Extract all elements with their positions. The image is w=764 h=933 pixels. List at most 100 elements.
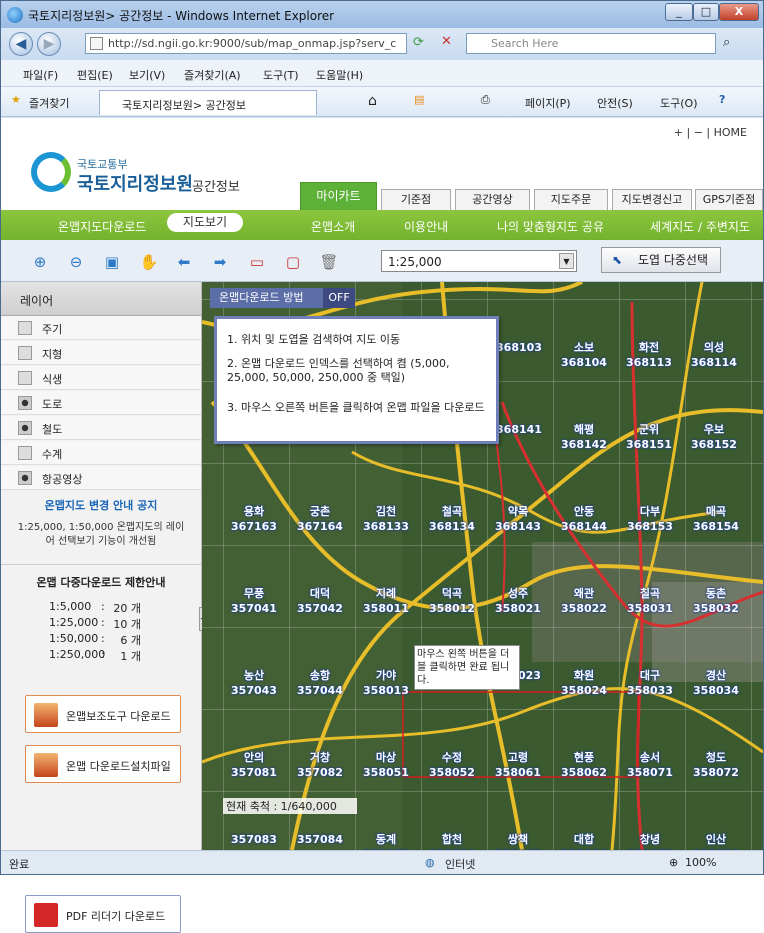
home-icon[interactable]: ⌂	[368, 93, 377, 109]
layer-item[interactable]: 주기	[1, 316, 201, 340]
map-sheet-label[interactable]: 쌍책358063	[486, 832, 550, 850]
forward-button[interactable]: ▶	[37, 32, 61, 56]
menu-favorites[interactable]: 즐겨찾기(A)	[184, 67, 241, 83]
search-input[interactable]: Search Here	[466, 33, 716, 54]
map-sheet-label[interactable]: 농산 357043	[222, 668, 286, 698]
eye-checkbox-icon[interactable]	[18, 396, 32, 410]
eye-checkbox-icon[interactable]	[18, 471, 32, 485]
map-sheet-label[interactable]: 김천 368133	[354, 504, 418, 534]
page-menu[interactable]: 페이지(P)	[525, 95, 571, 111]
safety-menu[interactable]: 안전(S)	[597, 95, 633, 111]
map-sheet-label[interactable]: 의성 368114	[682, 340, 746, 370]
zoom-icon[interactable]: ⊕	[669, 856, 678, 869]
map-sheet-label[interactable]: 대합358064	[552, 832, 616, 850]
tab-benchmark[interactable]: 기준점	[381, 189, 451, 210]
next-arrow-icon[interactable]: ➡	[210, 252, 230, 272]
map-sheet-label[interactable]: 약목 368143	[486, 504, 550, 534]
layer-checkbox[interactable]	[18, 321, 32, 335]
map-sheet-label[interactable]: 현풍 358062	[552, 750, 616, 780]
nav-mapview[interactable]: 지도보기	[167, 213, 243, 232]
map-sheet-label[interactable]: 철곡 368134	[420, 504, 484, 534]
tab-imagery[interactable]: 공간영상	[455, 189, 530, 210]
layer-checkbox[interactable]	[18, 371, 32, 385]
map-sheet-label[interactable]: 동촌 358032	[684, 586, 748, 616]
map-sheet-label[interactable]: 357083	[222, 832, 286, 847]
tab-map-order[interactable]: 지도주문	[534, 189, 608, 210]
map-sheet-label[interactable]: 마상 358051	[354, 750, 418, 780]
zoom-level[interactable]: 100%	[685, 856, 716, 869]
map-sheet-label[interactable]: 무풍 357041	[222, 586, 286, 616]
map-sheet-label[interactable]: 성주 358021	[486, 586, 550, 616]
search-icon[interactable]: ⌕	[723, 35, 730, 50]
menu-help[interactable]: 도움말(H)	[316, 67, 363, 83]
refresh-icon[interactable]: ⟳	[413, 35, 424, 50]
map-sheet-label[interactable]: 안동 368144	[552, 504, 616, 534]
map-sheet-label[interactable]: 창녕358073	[618, 832, 682, 850]
feeds-icon[interactable]: ▤	[414, 93, 424, 106]
full-extent-icon[interactable]: ▣	[102, 252, 122, 272]
zoom-out-icon[interactable]: ⊖	[66, 252, 86, 272]
map-sheet-label[interactable]: 소보 368104	[552, 340, 616, 370]
map-sheet-label[interactable]: 궁촌 367164	[288, 504, 352, 534]
nav-world[interactable]: 세계지도 / 주변지도	[650, 218, 750, 235]
map-sheet-label[interactable]: 가야 358013	[354, 668, 418, 698]
map-sheet-label[interactable]: 합천358054	[420, 832, 484, 850]
address-bar[interactable]: http://sd.ngii.go.kr:9000/sub/map_onmap.…	[85, 33, 407, 54]
map-sheet-label[interactable]: 해평 368142	[552, 422, 616, 452]
installer-download-button[interactable]: 온맵 다운로드설치파일	[25, 745, 181, 783]
browser-tab[interactable]: 국토지리정보원> 공간정보	[99, 90, 317, 115]
map-sheet-label[interactable]: 왜관 358022	[552, 586, 616, 616]
map-sheet-label[interactable]: 고령 358061	[486, 750, 550, 780]
map-sheet-label[interactable]: 다부 368153	[618, 504, 682, 534]
layer-item[interactable]: 수계	[1, 441, 201, 465]
scale-select[interactable]: 1:25,000 ▼	[381, 250, 577, 272]
print-icon[interactable]: ⎙	[481, 93, 490, 107]
map-sheet-label[interactable]: 칠곡 358031	[618, 586, 682, 616]
aux-tool-download-button[interactable]: 온맵보조도구 다운로드	[25, 695, 181, 733]
eye-checkbox-icon[interactable]	[18, 421, 32, 435]
map-sheet-label[interactable]: 매곡 368154	[684, 504, 748, 534]
multi-select-button[interactable]: ⬉ 도엽 다중선택	[601, 247, 721, 273]
layer-item[interactable]: 지형	[1, 341, 201, 365]
map-sheet-label[interactable]: 화전 368113	[617, 340, 681, 370]
download-mode-toggle[interactable]: 온맵다운로드 방법 OFF	[210, 288, 355, 308]
stop-icon[interactable]: ✕	[441, 34, 452, 49]
layer-item[interactable]: 항공영상	[1, 466, 201, 490]
map-sheet-label[interactable]: 357084	[288, 832, 352, 847]
maximize-button[interactable]: □	[693, 3, 719, 21]
map-sheet-label[interactable]: 인산358074	[684, 832, 748, 850]
zoom-in-icon[interactable]: ⊕	[30, 252, 50, 272]
map-sheet-label[interactable]: 송항 357044	[288, 668, 352, 698]
pan-hand-icon[interactable]: ✋	[139, 252, 159, 272]
nav-guide[interactable]: 이용안내	[404, 218, 448, 235]
map-sheet-label[interactable]: 우보 368152	[682, 422, 746, 452]
tab-change-report[interactable]: 지도변경신고	[612, 189, 692, 210]
map-sheet-label[interactable]: 대덕 357042	[288, 586, 352, 616]
measure-area-icon[interactable]: ▢	[283, 252, 303, 272]
map-sheet-label[interactable]: 덕곡 358012	[420, 586, 484, 616]
util-links[interactable]: + | − | HOME	[674, 126, 747, 139]
layer-checkbox[interactable]	[18, 346, 32, 360]
map-sheet-label[interactable]: 동계358053	[354, 832, 418, 850]
map-sheet-label[interactable]: 송서 358071	[618, 750, 682, 780]
trash-icon[interactable]: 🗑	[319, 252, 339, 272]
map-sheet-label[interactable]: 화원 358024	[552, 668, 616, 698]
map-sheet-label[interactable]: 지례 358011	[354, 586, 418, 616]
nav-download[interactable]: 온맵지도다운로드	[58, 218, 146, 235]
menu-edit[interactable]: 편집(E)	[77, 67, 113, 83]
minimize-button[interactable]: _	[665, 3, 693, 21]
layer-checkbox[interactable]	[18, 446, 32, 460]
measure-distance-icon[interactable]: ▭	[247, 252, 267, 272]
menu-tools[interactable]: 도구(T)	[263, 67, 299, 83]
layer-item[interactable]: 식생	[1, 366, 201, 390]
close-button[interactable]: X	[719, 3, 759, 21]
favorites-button[interactable]: 즐겨찾기	[29, 95, 69, 111]
map-sheet-label[interactable]: 군위 368151	[617, 422, 681, 452]
menu-view[interactable]: 보기(V)	[129, 67, 165, 83]
map-sheet-label[interactable]: 청도 358072	[684, 750, 748, 780]
prev-arrow-icon[interactable]: ⬅	[174, 252, 194, 272]
layer-item[interactable]: 철도	[1, 416, 201, 440]
map-sheet-label[interactable]: 용화 367163	[222, 504, 286, 534]
tools-menu[interactable]: 도구(O)	[660, 95, 697, 111]
help-icon[interactable]: ?	[719, 93, 725, 106]
